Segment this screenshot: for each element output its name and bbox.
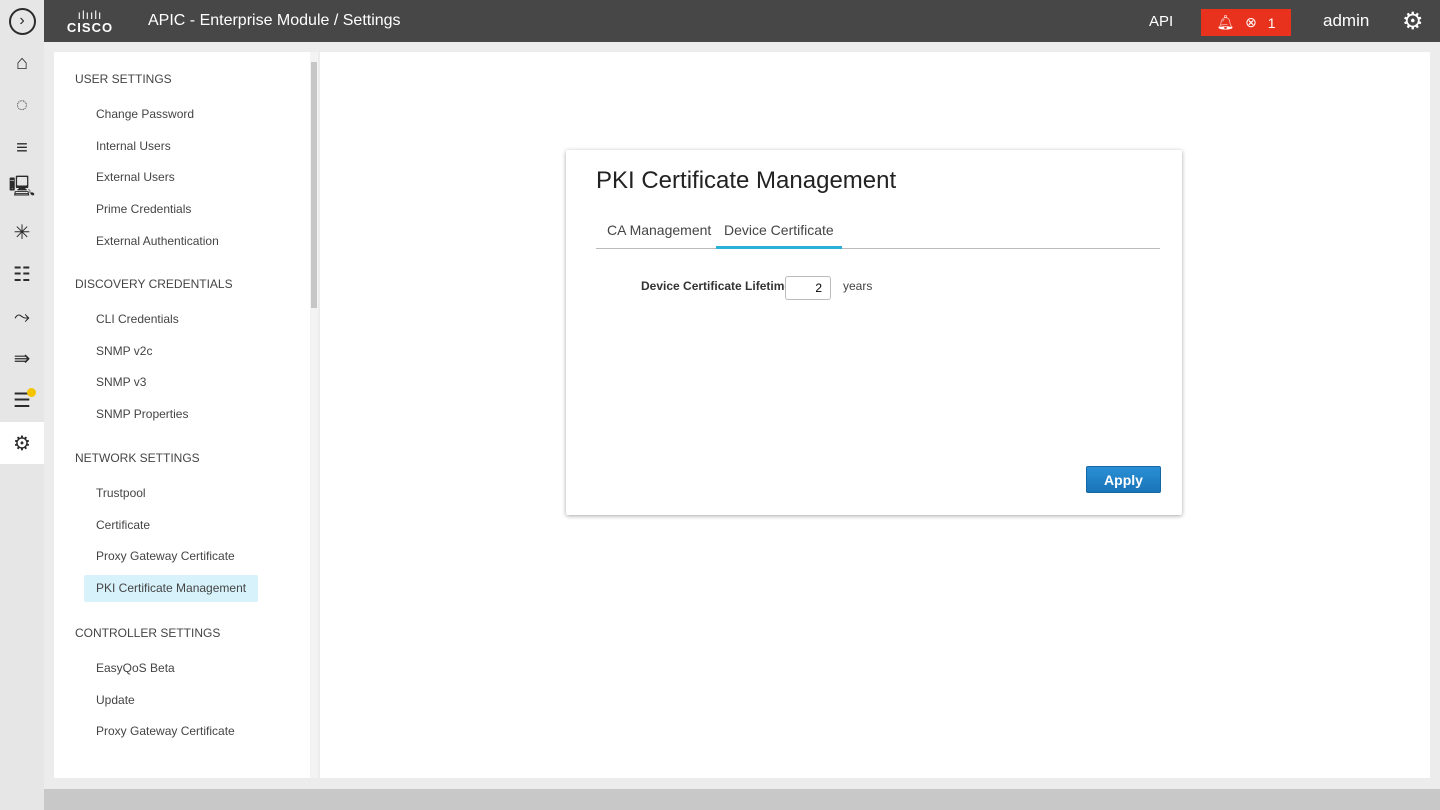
- lifetime-label: Device Certificate Lifetime: [641, 279, 792, 293]
- expand-icon[interactable]: ›: [0, 0, 44, 42]
- bottom-bar: [44, 789, 1440, 810]
- lifetime-unit: years: [843, 279, 873, 293]
- lifetime-input[interactable]: [785, 276, 831, 300]
- sidebar-item[interactable]: Trustpool: [84, 480, 158, 507]
- inventory-icon[interactable]: ≡: [0, 127, 44, 169]
- page-title: APIC - Enterprise Module / Settings: [148, 12, 401, 29]
- section-header: CONTROLLER SETTINGS: [75, 626, 221, 640]
- alert-count: 1: [1267, 14, 1276, 31]
- section-header: NETWORK SETTINGS: [75, 451, 200, 465]
- card-title: PKI Certificate Management: [596, 167, 897, 194]
- settings-icon[interactable]: ⚙: [0, 422, 44, 464]
- cisco-logo: ılıılı CISCO: [64, 9, 116, 34]
- sidebar-item[interactable]: Certificate: [84, 512, 162, 539]
- policy-icon[interactable]: ☰: [0, 379, 44, 421]
- device-icon[interactable]: 🖳: [0, 168, 44, 210]
- sidebar-item[interactable]: Prime Credentials: [84, 196, 203, 223]
- sidebar-item[interactable]: PKI Certificate Management: [84, 575, 259, 603]
- sidebar-item[interactable]: SNMP v2c: [84, 338, 164, 365]
- tab-ca-management[interactable]: CA Management: [599, 222, 719, 249]
- scrollbar-thumb[interactable]: [311, 62, 317, 308]
- path-trace-icon[interactable]: ⤳: [0, 296, 44, 338]
- topology-icon[interactable]: ✳: [0, 211, 44, 253]
- bell-icon: 🔔︎: [1216, 14, 1235, 30]
- alerts-button[interactable]: 🔔︎ ⊗ 1: [1201, 9, 1291, 36]
- sidebar-item[interactable]: SNMP v3: [84, 369, 158, 396]
- gear-icon[interactable]: ⚙: [1402, 7, 1424, 36]
- sidebar-item[interactable]: Change Password: [84, 101, 206, 128]
- logo-bars: ılıılı: [77, 7, 103, 22]
- forward-icon[interactable]: ⇛: [0, 337, 44, 379]
- sidebar-item[interactable]: Proxy Gateway Certificate: [84, 718, 247, 745]
- nav-rail: › ⌂ ◌ ≡ 🖳 ✳ ☷ ⤳ ⇛ ☰ ⚙: [0, 0, 44, 810]
- tab-bar: CA Management Device Certificate: [596, 222, 1160, 249]
- discovery-icon[interactable]: ◌: [0, 84, 44, 126]
- sidebar-item[interactable]: Update: [84, 687, 147, 714]
- home-icon[interactable]: ⌂: [0, 42, 44, 84]
- error-icon: ⊗: [1245, 14, 1257, 30]
- sidebar-item[interactable]: External Authentication: [84, 228, 231, 255]
- sidebar-item[interactable]: External Users: [84, 164, 187, 191]
- settings-sidebar: USER SETTINGS Change Password Internal Use…: [54, 52, 318, 778]
- section-header: DISCOVERY CREDENTIALS: [75, 277, 233, 291]
- sidebar-item[interactable]: SNMP Properties: [84, 401, 200, 428]
- sidebar-item[interactable]: EasyQoS Beta: [84, 655, 187, 682]
- user-menu[interactable]: admin: [1323, 11, 1369, 31]
- sidebar-item[interactable]: CLI Credentials: [84, 306, 191, 333]
- sidebar-item[interactable]: Proxy Gateway Certificate: [84, 543, 247, 570]
- hierarchy-icon[interactable]: ☷: [0, 253, 44, 295]
- tab-device-certificate[interactable]: Device Certificate: [716, 222, 842, 249]
- notification-dot: [27, 388, 36, 397]
- sidebar-item[interactable]: Internal Users: [84, 133, 183, 160]
- api-link[interactable]: API: [1149, 13, 1173, 30]
- logo-text: CISCO: [66, 19, 114, 35]
- section-header: USER SETTINGS: [75, 72, 172, 86]
- apply-button[interactable]: Apply: [1086, 466, 1161, 493]
- top-header: ılıılı CISCO APIC - Enterprise Module / …: [44, 0, 1440, 42]
- pki-card: PKI Certificate Management CA Management…: [566, 150, 1182, 515]
